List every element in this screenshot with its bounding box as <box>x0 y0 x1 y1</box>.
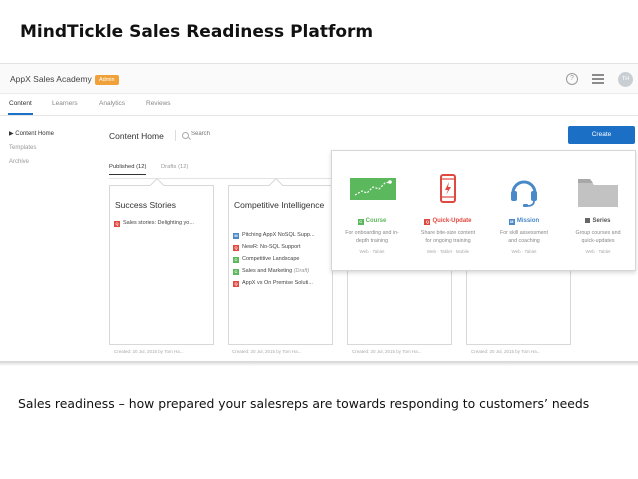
item-label: Pitching AppX NoSQL Supp... <box>242 232 315 238</box>
option-title: M Mission <box>508 218 540 225</box>
tab-analytics[interactable]: Analytics <box>99 100 125 107</box>
quick-update-icon: Q <box>233 245 239 251</box>
mission-icon: M <box>508 219 515 225</box>
list-item[interactable]: Q AppX vs On Premise Soluti... <box>233 280 330 287</box>
option-description: For onboarding and in-depth training <box>345 230 399 244</box>
quick-update-icon: Q <box>114 221 120 227</box>
item-label: Sales stories: Delighting yo... <box>123 220 194 226</box>
create-button[interactable]: Create <box>568 126 635 144</box>
tab-reviews[interactable]: Reviews <box>146 100 171 107</box>
help-circle-icon[interactable]: ? <box>566 73 578 85</box>
course-icon: C <box>233 257 239 263</box>
option-title: C Course <box>357 218 387 225</box>
page-title: Content Home <box>109 131 164 141</box>
create-course-option[interactable]: C Course For onboarding and in-depth trai… <box>334 151 410 272</box>
list-item[interactable]: C Sales and Marketing (Draft) <box>233 268 330 275</box>
admin-badge: Admin <box>95 75 119 85</box>
quick-update-icon: Q <box>424 219 431 225</box>
chart-progress-icon <box>350 178 396 200</box>
tab-learners[interactable]: Learners <box>52 100 78 107</box>
option-title: Q Quick-Update <box>424 218 472 225</box>
option-description: Share bite-size content for ongoing train… <box>420 230 476 244</box>
create-quick-update-option[interactable]: Q Quick-Update Share bite-size content for… <box>410 151 486 272</box>
screenshot-shadow <box>0 362 638 366</box>
option-platforms: Web · Tablet <box>585 249 611 254</box>
list-item[interactable]: C Competitive Landscape <box>233 256 330 263</box>
item-label: Sales and Marketing <box>242 268 293 274</box>
hamburger-menu-icon[interactable] <box>592 74 604 84</box>
list-item[interactable]: Q NewR: No-SQL Support <box>233 244 330 251</box>
sidebar-item-content-home[interactable]: ▶ Content Home <box>9 130 54 137</box>
quick-update-icon: Q <box>233 281 239 287</box>
phone-alert-icon <box>440 174 456 203</box>
item-label: Competitive Landscape <box>242 256 300 262</box>
option-description: For skill assessment and coaching <box>500 230 548 244</box>
create-options-popup: C Course For onboarding and in-depth trai… <box>331 150 636 271</box>
sidebar-item-templates[interactable]: Templates <box>9 145 36 151</box>
top-bar: AppX Sales Academy Admin ? TH <box>0 64 638 94</box>
created-label: Created: 20 Jul, 2015 by Tom Ha... <box>471 349 541 354</box>
tab-content[interactable]: Content <box>8 100 33 115</box>
option-platforms: Web · Tablet <box>359 249 385 254</box>
nav-tabs: Content Learners Analytics Reviews <box>0 94 638 116</box>
created-label: Created: 20 Jul, 2015 by Tom Ha... <box>352 349 422 354</box>
option-platforms: Web · Tablet · Mobile <box>426 249 470 254</box>
content-card[interactable]: Competitive Intelligence M Pitching AppX … <box>228 185 333 345</box>
series-icon <box>585 218 591 223</box>
create-mission-option[interactable]: M Mission For skill assessment and coachin… <box>486 151 562 272</box>
search-input[interactable] <box>191 131 251 137</box>
course-icon: C <box>233 269 239 275</box>
draft-tag: (Draft) <box>293 268 310 274</box>
slide-title: MindTickle Sales Readiness Platform <box>20 22 374 42</box>
divider <box>175 130 176 141</box>
item-label: AppX vs On Premise Soluti... <box>242 280 313 286</box>
list-item[interactable]: Q Sales stories: Delighting yo... <box>114 220 211 227</box>
card-title: Success Stories <box>115 200 176 210</box>
item-label: NewR: No-SQL Support <box>242 244 301 250</box>
card-title: Competitive Intelligence <box>234 200 325 210</box>
headset-icon <box>511 180 537 207</box>
content-card[interactable]: Success Stories Q Sales stories: Delighti… <box>109 185 214 345</box>
mission-icon: M <box>233 233 239 239</box>
tab-drafts[interactable]: Drafts (12) <box>161 164 188 170</box>
create-series-option[interactable]: Series Group courses and quick-updates We… <box>560 151 636 272</box>
created-label: Created: 20 Jul, 2015 by Tom Ha... <box>114 349 184 354</box>
app-screenshot: AppX Sales Academy Admin ? TH Content Le… <box>0 63 638 362</box>
option-description: Group courses and quick-updates <box>575 230 621 244</box>
course-icon: C <box>357 219 364 225</box>
sidebar-item-archive[interactable]: Archive <box>9 159 29 165</box>
search-icon <box>182 132 189 139</box>
list-item[interactable]: M Pitching AppX NoSQL Supp... <box>233 232 330 239</box>
created-label: Created: 20 Jul, 2015 by Tom Ha... <box>232 349 302 354</box>
tab-published[interactable]: Published (12) <box>109 164 147 175</box>
option-title: Series <box>560 218 636 224</box>
avatar[interactable]: TH <box>618 72 633 87</box>
option-platforms: Web · Tablet <box>511 249 537 254</box>
app-title: AppX Sales Academy <box>10 74 92 84</box>
slide-caption: Sales readiness – how prepared your sale… <box>18 396 590 411</box>
folder-icon <box>578 179 618 207</box>
